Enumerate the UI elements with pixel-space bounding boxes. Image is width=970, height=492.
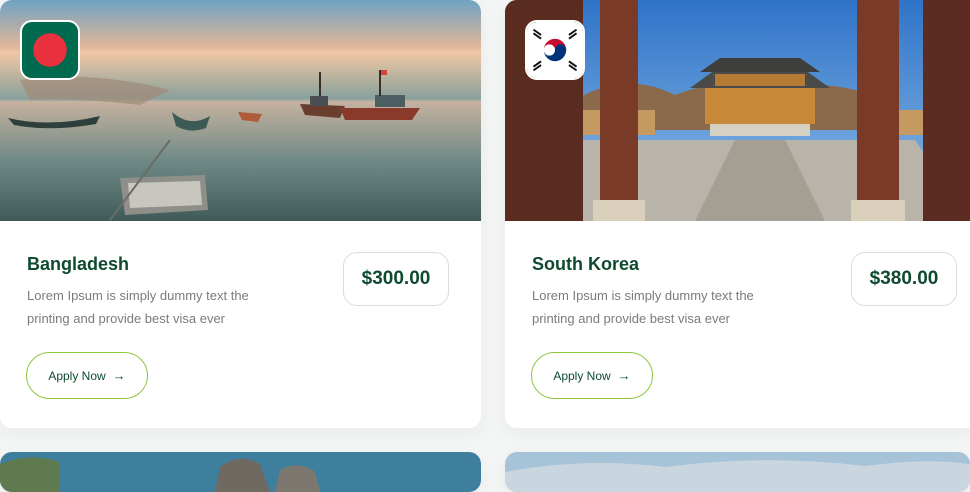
apply-now-button[interactable]: Apply Now → <box>26 352 148 399</box>
destination-photo-partial <box>0 452 481 492</box>
card-description: Lorem Ipsum is simply dummy text the pri… <box>27 288 249 326</box>
visa-card-partial-right <box>505 452 970 492</box>
arrow-right-icon: → <box>617 368 631 383</box>
card-description: Lorem Ipsum is simply dummy text the pri… <box>532 288 754 326</box>
apply-now-label: Apply Now <box>553 368 611 383</box>
price-badge: $300.00 <box>343 252 449 306</box>
arrow-right-icon: → <box>112 368 126 383</box>
bangladesh-flag-icon <box>20 20 80 80</box>
visa-card-south-korea: South Korea Lorem Ipsum is simply dummy … <box>505 0 970 428</box>
country-title: Bangladesh <box>27 254 130 274</box>
apply-now-button[interactable]: Apply Now → <box>531 352 653 399</box>
south-korea-flag-icon <box>525 20 585 80</box>
apply-now-label: Apply Now <box>48 368 106 383</box>
visa-card-partial-left <box>0 452 481 492</box>
destination-photo-partial <box>505 452 970 492</box>
price-badge: $380.00 <box>851 252 957 306</box>
country-title: South Korea <box>532 254 640 274</box>
visa-card-bangladesh: Bangladesh Lorem Ipsum is simply dummy t… <box>0 0 481 428</box>
